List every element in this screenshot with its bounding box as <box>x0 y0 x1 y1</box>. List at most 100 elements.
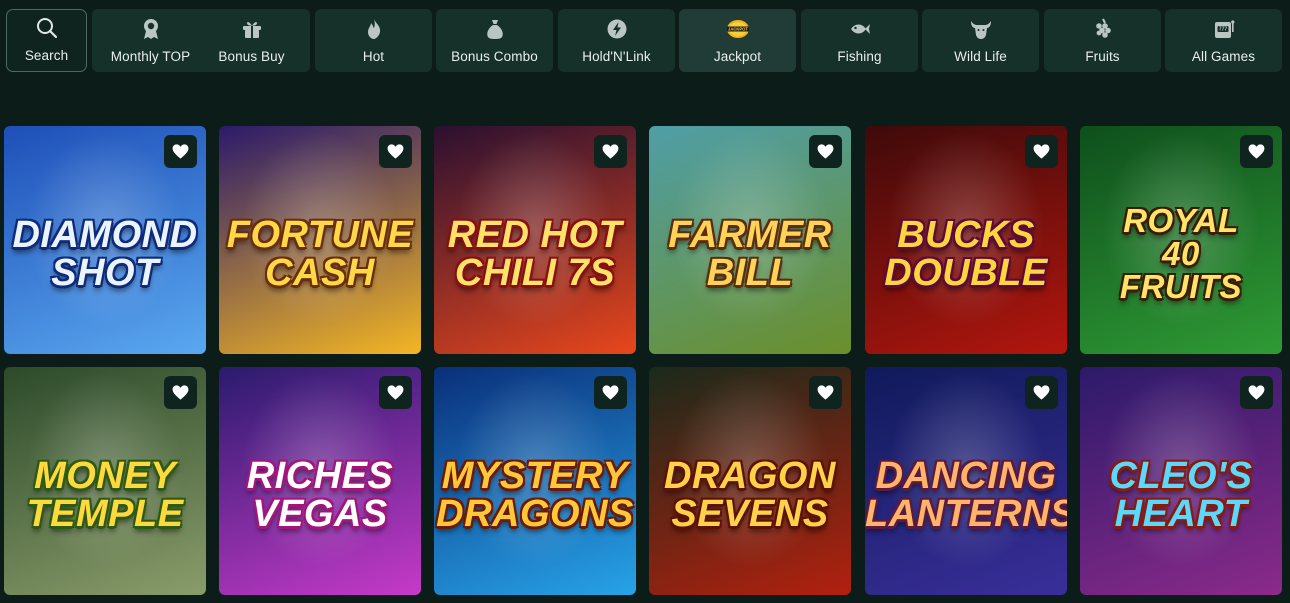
favorite-button[interactable] <box>594 135 627 168</box>
category-label: Fruits <box>1085 49 1120 64</box>
game-title-line: Cash <box>265 252 375 294</box>
category-label: All Games <box>1191 49 1256 64</box>
search-button[interactable]: Search <box>6 9 87 72</box>
game-title-line: Royal <box>1123 202 1239 239</box>
game-tile[interactable]: Red Hot Chili 7s <box>434 126 636 354</box>
game-lobby: Search Monthly TOP Bonus Buy Hot Bonus Combo… <box>0 0 1290 603</box>
category-label: Fishing <box>837 49 882 64</box>
category-tab-monthly-top[interactable]: Monthly TOP <box>92 9 209 72</box>
heart-icon <box>171 383 190 402</box>
heart-icon <box>601 142 620 161</box>
heart-icon <box>601 383 620 402</box>
game-tile[interactable]: Riches Vegas <box>219 367 421 595</box>
game-title-line: Money <box>34 455 176 497</box>
game-title-line: Red Hot <box>447 214 623 256</box>
game-title-line: Temple <box>26 493 184 535</box>
heart-icon <box>1032 383 1051 402</box>
game-title-line: Cleo's <box>1109 455 1253 497</box>
heart-icon <box>386 142 405 161</box>
grapes-icon <box>1090 16 1116 42</box>
game-title-line: Riches <box>246 455 394 497</box>
game-title: Money Temple <box>4 457 206 533</box>
favorite-button[interactable] <box>164 135 197 168</box>
game-title: Riches Vegas <box>219 457 421 533</box>
game-title-line: Mystery <box>441 455 629 497</box>
category-tab-hold-n-link[interactable]: Hold'N'Link <box>558 9 675 72</box>
category-tab-all-games[interactable]: 777 All Games <box>1165 9 1282 72</box>
lightning-icon <box>604 16 630 42</box>
category-label: Jackpot <box>713 49 762 64</box>
game-tile[interactable]: Cleo's Heart <box>1080 367 1282 595</box>
jackpot-badge-icon: JACKPOT <box>725 16 751 42</box>
category-label: Monthly TOP <box>110 49 191 64</box>
game-tile[interactable]: Bucks Double <box>865 126 1067 354</box>
category-tab-fruits[interactable]: Fruits <box>1044 9 1161 72</box>
favorite-button[interactable] <box>164 376 197 409</box>
category-tab-hot[interactable]: Hot <box>315 9 432 72</box>
game-title: Cleo's Heart <box>1080 457 1282 533</box>
heart-icon <box>816 142 835 161</box>
game-title-line: Lanterns <box>865 493 1067 535</box>
game-title: Mystery Dragons <box>434 457 636 533</box>
game-tile[interactable]: Royal 40 Fruits <box>1080 126 1282 354</box>
favorite-button[interactable] <box>1025 376 1058 409</box>
slot-machine-icon: 777 <box>1211 16 1237 42</box>
favorite-button[interactable] <box>379 376 412 409</box>
favorite-button[interactable] <box>379 135 412 168</box>
game-tile[interactable]: Mystery Dragons <box>434 367 636 595</box>
category-tab-bonus-buy[interactable]: Bonus Buy <box>193 9 310 72</box>
game-title-line: Vegas <box>252 493 388 535</box>
game-title-line: Dragon <box>664 455 836 497</box>
game-title-line: Shot <box>51 252 159 294</box>
category-label: Search <box>24 48 69 63</box>
game-title: Bucks Double <box>865 216 1067 292</box>
favorite-button[interactable] <box>1240 135 1273 168</box>
game-title: Red Hot Chili 7s <box>434 216 636 292</box>
game-title-line: Fortune <box>226 214 414 256</box>
game-title-line: Sevens <box>671 493 829 535</box>
category-tab-bonus-combo[interactable]: Bonus Combo <box>436 9 553 72</box>
game-title: Diamond Shot <box>4 216 206 292</box>
game-tile[interactable]: Fortune Cash <box>219 126 421 354</box>
game-tile[interactable]: Diamond Shot <box>4 126 206 354</box>
favorite-button[interactable] <box>809 376 842 409</box>
game-title-line: Diamond <box>12 214 198 256</box>
game-title-line: Bill <box>706 252 794 294</box>
heart-icon <box>171 142 190 161</box>
game-title: Dancing Lanterns <box>865 457 1067 533</box>
heart-icon <box>1247 383 1266 402</box>
game-title-line: Heart <box>1114 493 1248 535</box>
game-title: Farmer Bill <box>649 216 851 292</box>
category-label: Wild Life <box>954 49 1007 64</box>
category-tab-fishing[interactable]: Fishing <box>801 9 918 72</box>
game-tile[interactable]: Farmer Bill <box>649 126 851 354</box>
category-label: Hold'N'Link <box>582 49 651 64</box>
category-label: Hot <box>362 49 385 64</box>
game-title: Fortune Cash <box>219 216 421 292</box>
money-bag-icon <box>482 16 508 42</box>
favorite-button[interactable] <box>1025 135 1058 168</box>
game-title-line: Farmer <box>668 214 832 256</box>
game-tile[interactable]: Money Temple <box>4 367 206 595</box>
favorite-button[interactable] <box>594 376 627 409</box>
game-title-line: 40 <box>1162 235 1200 272</box>
category-label: Bonus Buy <box>218 49 285 64</box>
game-tile[interactable]: Dragon Sevens <box>649 367 851 595</box>
buffalo-icon <box>968 16 994 42</box>
game-title-line: Dancing <box>875 455 1057 497</box>
favorite-button[interactable] <box>1240 376 1273 409</box>
category-label: Bonus Combo <box>451 49 538 64</box>
category-tab-jackpot[interactable]: JACKPOT Jackpot <box>679 9 796 72</box>
game-title: Royal 40 Fruits <box>1080 204 1282 303</box>
search-icon <box>34 15 60 41</box>
game-title-line: Chili 7s <box>454 252 616 294</box>
heart-icon <box>1032 142 1051 161</box>
heart-icon <box>1247 142 1266 161</box>
game-title-line: Double <box>884 252 1048 294</box>
game-tile[interactable]: Dancing Lanterns <box>865 367 1067 595</box>
category-tab-wild-life[interactable]: Wild Life <box>922 9 1039 72</box>
game-title-line: Dragons <box>436 493 634 535</box>
favorite-button[interactable] <box>809 135 842 168</box>
flame-icon <box>361 16 387 42</box>
medal-icon <box>138 16 164 42</box>
